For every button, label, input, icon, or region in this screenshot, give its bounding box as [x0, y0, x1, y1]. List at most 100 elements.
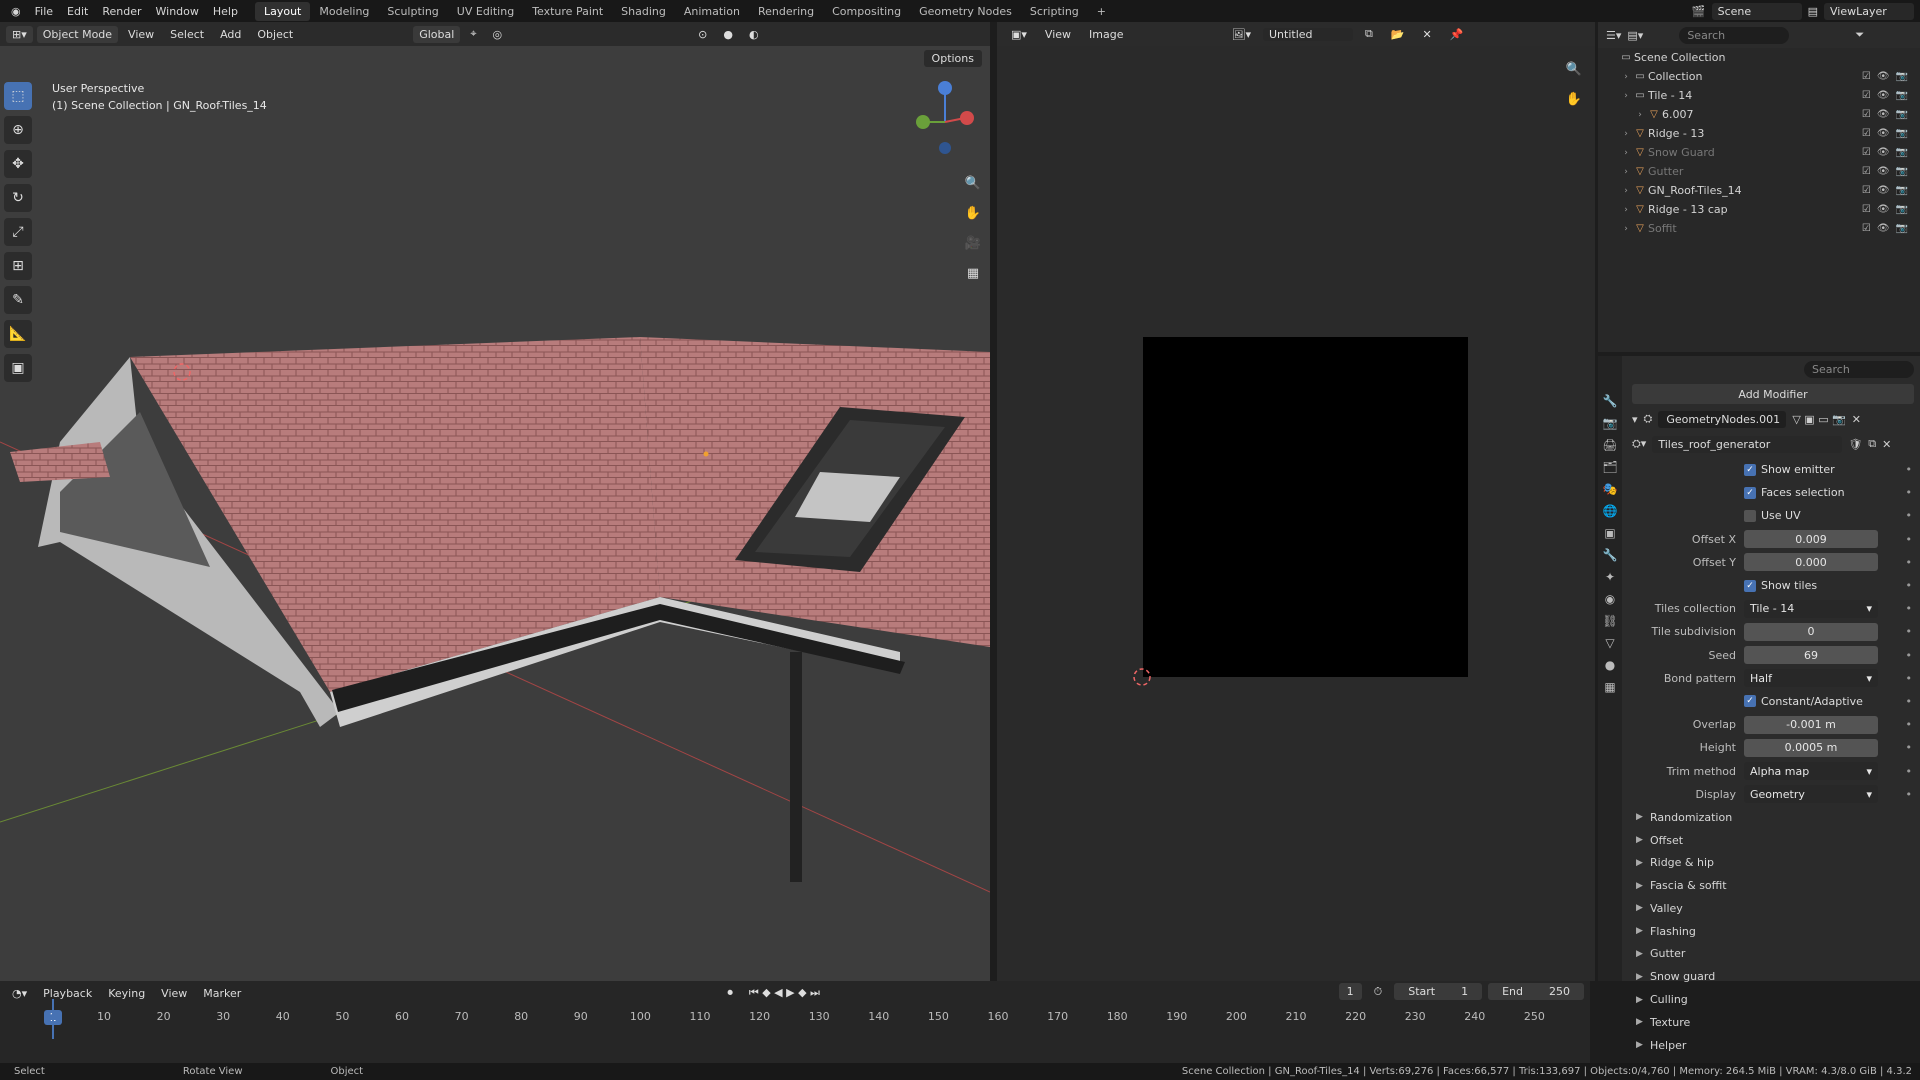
navigation-gizmo[interactable]	[916, 81, 974, 154]
checkbox-icon[interactable]	[1744, 509, 1756, 522]
field-offset-y[interactable]: 0.000	[1744, 553, 1878, 572]
duplicate-icon[interactable]: ⧉	[1868, 437, 1876, 451]
field-trim-method[interactable]: Alpha map ▾	[1744, 762, 1878, 781]
subpanel-culling[interactable]: ▶ Culling	[1626, 988, 1920, 1011]
workspace-tab-shading[interactable]: Shading	[612, 2, 675, 21]
image-browse-icon[interactable]: 🖼▾	[1225, 28, 1257, 41]
outliner-item[interactable]: › ▽ Soffit ☑👁📷	[1598, 219, 1920, 238]
expand-arrow-icon[interactable]: ›	[1634, 110, 1646, 120]
expand-arrow-icon[interactable]: ›	[1620, 167, 1632, 177]
physics-tab-icon[interactable]: ◉	[1605, 592, 1615, 606]
outliner-item[interactable]: › ▽ Ridge - 13 cap ☑👁📷	[1598, 200, 1920, 219]
cursor-tool-icon[interactable]: ⊕	[4, 116, 32, 144]
keyframe-dot-icon[interactable]: •	[1906, 486, 1913, 499]
field-bond-pattern[interactable]: Half ▾	[1744, 669, 1878, 688]
field-tiles-collection[interactable]: Tile - 14 ▾	[1744, 599, 1878, 618]
object-origin[interactable]	[703, 451, 709, 457]
node-tree-icon[interactable]: ⛭▾	[1632, 437, 1646, 451]
pin-icon[interactable]: 📌	[1444, 28, 1470, 41]
record-icon[interactable]: ⏺	[721, 986, 739, 1000]
checkbox-constant-adaptive[interactable]: ✓ Constant/Adaptive	[1744, 695, 1863, 708]
material-tab-icon[interactable]: ●	[1605, 658, 1615, 672]
keyframe-dot-icon[interactable]: •	[1906, 672, 1913, 685]
checkbox-show-emitter[interactable]: ✓ Show emitter	[1744, 463, 1835, 476]
modifier-name-field[interactable]: GeometryNodes.001	[1658, 410, 1787, 428]
field-seed[interactable]: 69	[1744, 646, 1878, 665]
fake-user-icon[interactable]: 🛡	[1848, 438, 1862, 451]
outliner-item[interactable]: ▭ Scene Collection	[1598, 48, 1920, 67]
scale-tool-icon[interactable]: ⤢	[4, 218, 32, 246]
subpanel-snow-guard[interactable]: ▶ Snow guard	[1626, 965, 1920, 988]
workspace-tab-scripting[interactable]: Scripting	[1021, 2, 1088, 21]
field-tile-subdivision[interactable]: 0	[1744, 622, 1878, 641]
filter-icon[interactable]: ⏷	[1855, 28, 1864, 42]
timeline-type-icon[interactable]: ◔▾	[6, 987, 33, 1000]
unlink-image-icon[interactable]: ✕	[1417, 28, 1438, 41]
visibility-toggle-icons[interactable]: ☑👁📷	[1862, 147, 1914, 158]
keyframe-dot-icon[interactable]: •	[1906, 695, 1913, 708]
outliner-search[interactable]: Search	[1679, 26, 1790, 44]
workspace-tab-compositing[interactable]: Compositing	[823, 2, 910, 21]
checkbox-icon[interactable]: ✓	[1744, 695, 1756, 708]
frame-ruler[interactable]: 1 10203040506070809010011012013014015016…	[0, 1007, 1590, 1027]
menu-playback[interactable]: Playback	[37, 987, 98, 1000]
object-tab-icon[interactable]: ▣	[1604, 526, 1615, 540]
subpanel-gutter[interactable]: ▶ Gutter	[1626, 943, 1920, 966]
unlink-node-icon[interactable]: ✕	[1882, 438, 1891, 451]
checkbox-icon[interactable]: ✓	[1744, 579, 1756, 592]
visibility-toggle-icons[interactable]: ☑👁📷	[1862, 90, 1914, 101]
expand-arrow-icon[interactable]: ›	[1620, 129, 1632, 139]
add-cube-tool-icon[interactable]: ▣	[4, 354, 32, 382]
end-frame-field[interactable]: End 250	[1488, 983, 1584, 1000]
measure-tool-icon[interactable]: 📐	[4, 320, 32, 348]
camera-view-icon[interactable]: 🎥	[962, 232, 984, 254]
texture-tab-icon[interactable]: ▦	[1604, 680, 1615, 694]
visibility-toggle-icons[interactable]: ☑👁📷	[1862, 166, 1914, 177]
workspace-tab-layout[interactable]: Layout	[254, 1, 311, 21]
visibility-toggle-icons[interactable]: ☑👁📷	[1862, 71, 1914, 82]
workspace-tab-texture-paint[interactable]: Texture Paint	[523, 2, 612, 21]
menu-file[interactable]: File	[28, 5, 60, 18]
field-display[interactable]: Geometry ▾	[1744, 785, 1878, 804]
outliner-item[interactable]: › ▽ Snow Guard ☑👁📷	[1598, 143, 1920, 162]
stopwatch-icon[interactable]: ⏱	[1368, 985, 1389, 999]
expand-arrow-icon[interactable]: ›	[1620, 205, 1632, 215]
3d-viewport[interactable]: ⊞▾ Object Mode View Select Add Object Gl…	[0, 22, 990, 981]
image-editor-type-icon[interactable]: ▣▾	[1005, 28, 1033, 41]
zoom-icon[interactable]: 🔍	[962, 172, 984, 194]
keyframe-dot-icon[interactable]: •	[1906, 765, 1913, 778]
rotate-tool-icon[interactable]: ↻	[4, 184, 32, 212]
checkbox-icon[interactable]: ✓	[1744, 463, 1756, 476]
pan-hand-icon[interactable]: ✋	[962, 202, 984, 224]
timeline-menu-view[interactable]: View	[155, 987, 193, 1000]
workspace-tab-sculpting[interactable]: Sculpting	[378, 2, 447, 21]
keyframe-dot-icon[interactable]: •	[1906, 741, 1913, 754]
add-modifier-button[interactable]: Add Modifier	[1632, 384, 1914, 404]
select-box-tool-icon[interactable]: ⬚	[4, 82, 32, 110]
image-editor[interactable]: ▣▾ View Image 🖼▾ Untitled ⧉ 📂 ✕ 📌 🔍 ✋	[997, 22, 1595, 981]
subpanel-texture[interactable]: ▶ Texture	[1626, 1011, 1920, 1034]
keyframe-dot-icon[interactable]: •	[1906, 602, 1913, 615]
modifier-close-icon[interactable]: ✕	[1852, 413, 1861, 426]
image-menu-view[interactable]: View	[1039, 28, 1077, 41]
visibility-toggle-icons[interactable]: ☑👁📷	[1862, 185, 1914, 196]
menu-render[interactable]: Render	[95, 5, 148, 18]
ortho-grid-icon[interactable]: ▦	[962, 262, 984, 284]
keyframe-dot-icon[interactable]: •	[1906, 649, 1913, 662]
view-layer-field[interactable]: ViewLayer	[1824, 2, 1914, 20]
tool-tab-icon[interactable]: 🔧	[1603, 394, 1618, 408]
visibility-toggle-icons[interactable]: ☑👁📷	[1862, 204, 1914, 215]
outliner-type-icon[interactable]: ☰▾	[1606, 29, 1621, 42]
visibility-toggle-icons[interactable]: ☑👁📷	[1862, 109, 1914, 120]
workspace-tab-animation[interactable]: Animation	[675, 2, 749, 21]
menu-keying[interactable]: Keying	[102, 987, 151, 1000]
view-layer-tab-icon[interactable]: 🗂	[1602, 460, 1617, 474]
expand-arrow-icon[interactable]: ›	[1620, 186, 1632, 196]
subpanel-flashing[interactable]: ▶ Flashing	[1626, 920, 1920, 943]
workspace-tab-uv-editing[interactable]: UV Editing	[448, 2, 523, 21]
keyframe-dot-icon[interactable]: •	[1906, 463, 1913, 476]
subpanel-randomization[interactable]: ▶ Randomization	[1626, 806, 1920, 829]
new-image-icon[interactable]: ⧉	[1359, 27, 1379, 41]
playback-controls[interactable]: ⏮ ◆ ◀ ▶ ◆ ⏭	[743, 986, 826, 1000]
world-tab-icon[interactable]: 🌐	[1603, 504, 1618, 518]
